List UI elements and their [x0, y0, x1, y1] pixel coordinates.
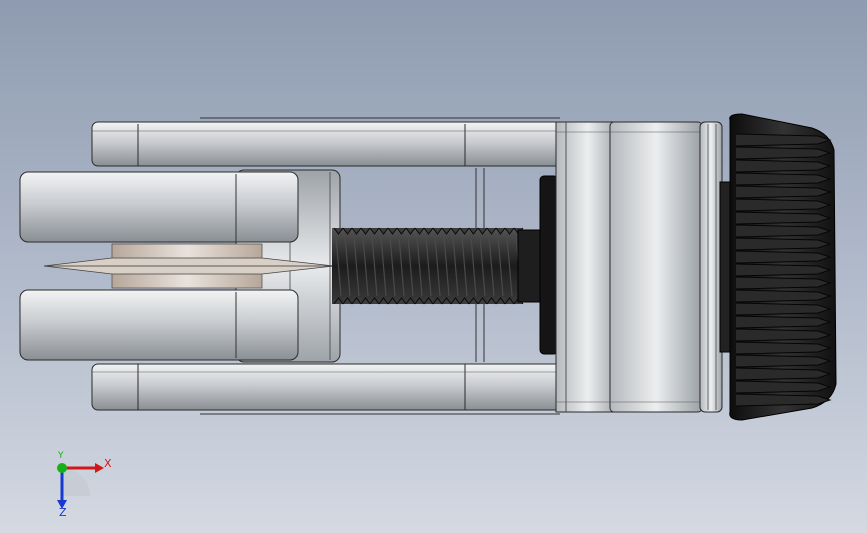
knurl-ridge: [735, 276, 832, 290]
upper-wheel-holder: [19, 171, 299, 243]
knurl-ridge: [735, 354, 832, 368]
x-axis-label: X: [104, 457, 112, 470]
knurl-ridge: [735, 367, 832, 381]
lower-wheel-holder: [19, 289, 299, 361]
knurl-ridge: [735, 211, 832, 225]
knurl-ridge: [735, 224, 832, 238]
clamp-model[interactable]: [0, 0, 867, 533]
cad-viewport[interactable]: X Y Z: [0, 0, 867, 533]
knurl-ridge: [735, 328, 832, 342]
knurl-ridge: [735, 172, 832, 186]
knurl-ridge: [735, 315, 832, 329]
screw-nut: [517, 175, 559, 355]
main-body: [555, 121, 723, 413]
triad-plane: [62, 468, 90, 496]
knurled-knob[interactable]: [719, 113, 837, 421]
y-axis-label: Y: [58, 451, 64, 461]
knurl-ridge: [735, 341, 832, 355]
coordinate-triad: X Y Z: [40, 450, 120, 520]
knurl-ridge: [735, 133, 832, 147]
knurl-ridge: [735, 146, 832, 160]
top-rail: [91, 117, 568, 167]
knurl-ridge: [735, 250, 832, 264]
bottom-rail: [91, 363, 568, 415]
z-axis-label: Z: [59, 506, 67, 519]
knurl-ridge: [735, 237, 832, 251]
y-axis-dot: [57, 463, 67, 473]
knurl-ridge: [735, 263, 832, 277]
knurl-ridge: [735, 185, 832, 199]
knurl-ridge: [735, 289, 832, 303]
x-axis-arrow: [95, 463, 104, 473]
knurl-ridge: [735, 159, 832, 173]
knurl-ridge: [735, 380, 832, 394]
knurl-ridge: [735, 302, 832, 316]
knurl-ridge: [735, 198, 832, 212]
knurl-ridge: [735, 393, 832, 407]
lead-screw: [332, 227, 524, 305]
